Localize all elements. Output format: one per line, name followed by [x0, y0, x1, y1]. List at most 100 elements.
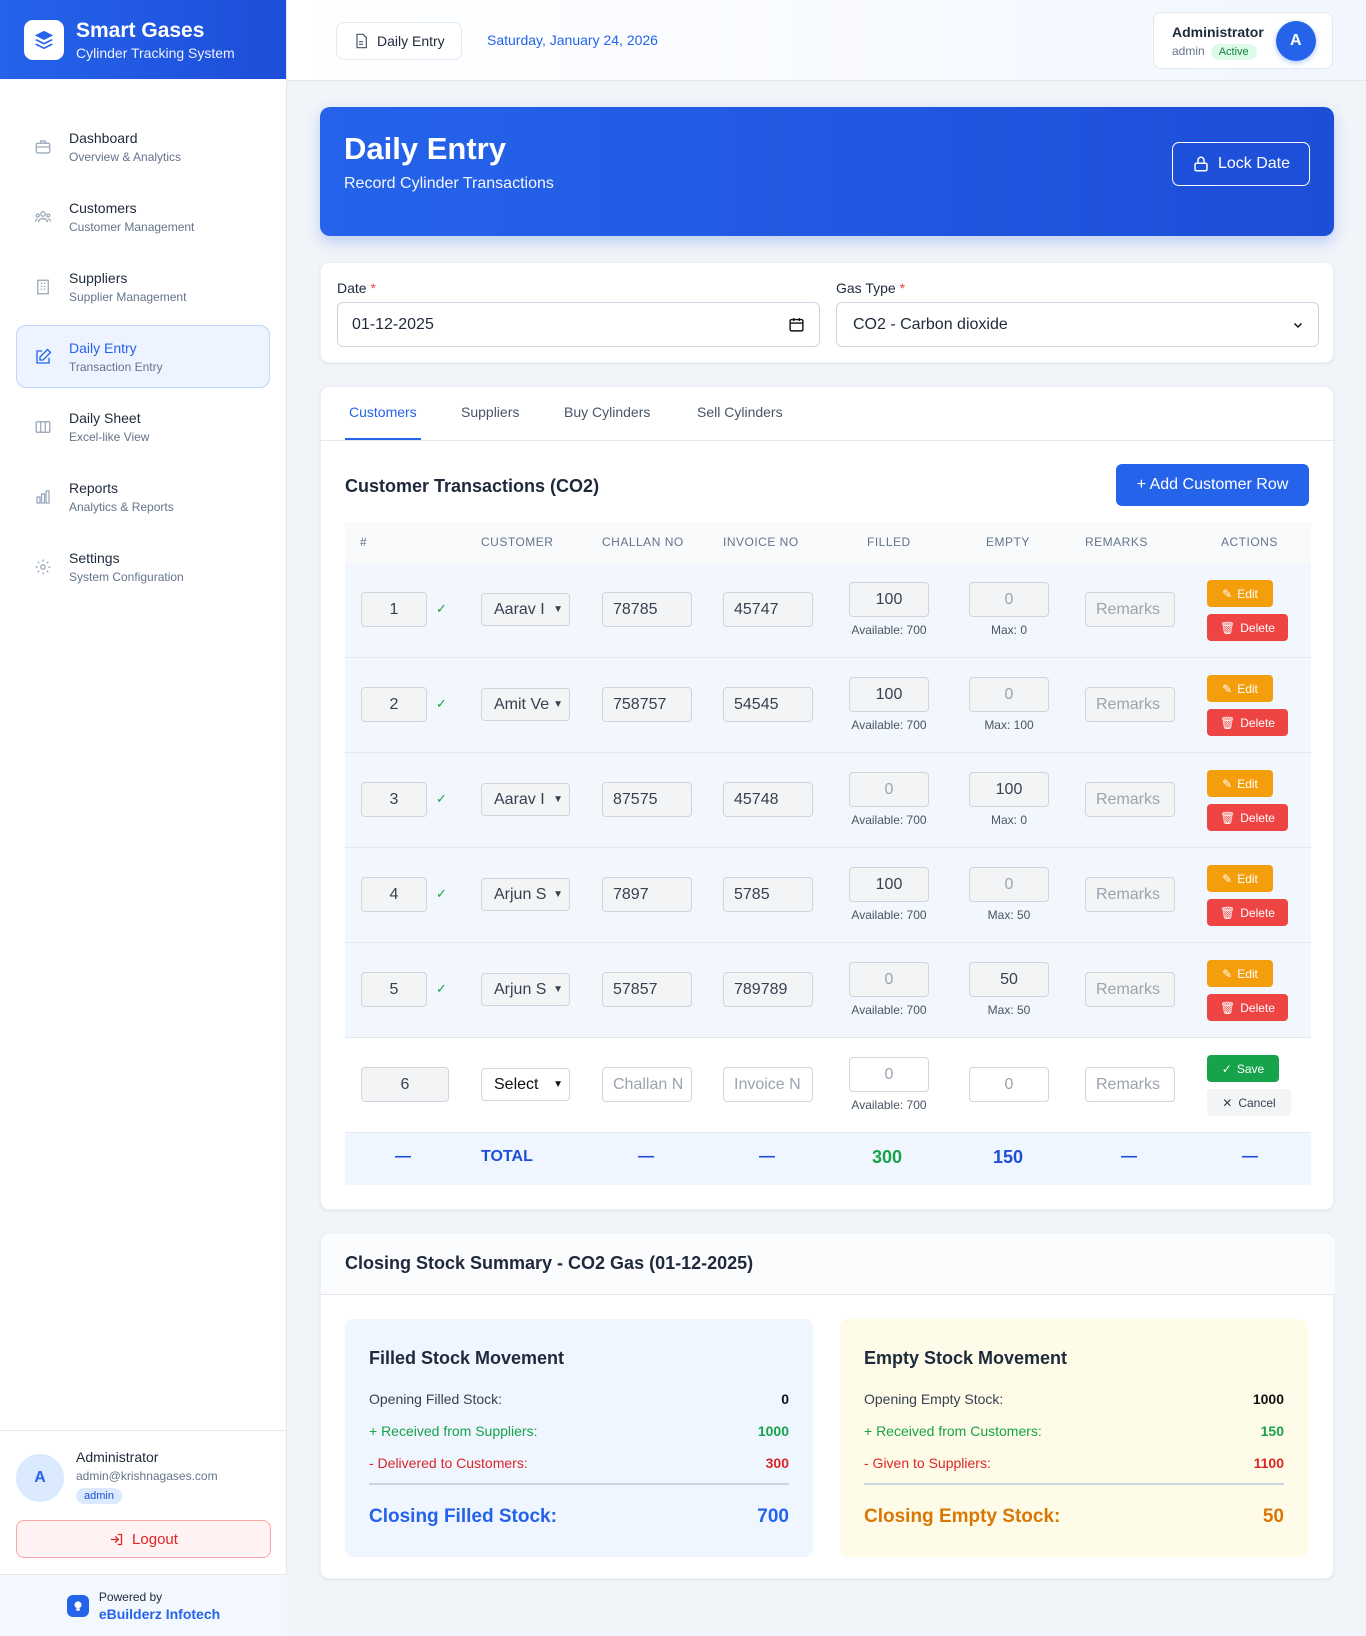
challan-input[interactable]: 57857	[602, 972, 692, 1007]
sidebar-item-suppliers[interactable]: Suppliers Supplier Management	[16, 255, 270, 318]
customer-select[interactable]: Select ▼	[481, 1068, 570, 1101]
sidebar-item-dashboard[interactable]: Dashboard Overview & Analytics	[16, 115, 270, 178]
filter-card: Date * 01-12-2025 Gas Type * CO2 - Carbo…	[320, 262, 1334, 363]
empty-input[interactable]: 0	[969, 867, 1049, 902]
edit-button[interactable]: ✎ Edit	[1207, 770, 1273, 797]
delete-button[interactable]: 🗑 Delete	[1207, 804, 1288, 831]
challan-input[interactable]: 758757	[602, 687, 692, 722]
cancel-button[interactable]: ✕ Cancel	[1207, 1089, 1291, 1116]
invoice-input[interactable]: 45747	[723, 592, 813, 627]
column-header: #	[360, 535, 368, 549]
filled-input[interactable]: 0	[849, 962, 929, 997]
invoice-input[interactable]: 45748	[723, 782, 813, 817]
table-row: 3 ✓ Aarav I ▼ 87575 45748 0 Available: 70…	[345, 753, 1311, 848]
empty-input[interactable]: 100	[969, 772, 1049, 807]
row-number-input[interactable]: 6	[361, 1067, 449, 1102]
lock-icon	[1192, 155, 1210, 173]
sidebar-item-daily-entry[interactable]: Daily Entry Transaction Entry	[16, 325, 270, 388]
edit-icon	[33, 347, 53, 367]
sidebar-item-daily-sheet[interactable]: Daily Sheet Excel-like View	[16, 395, 270, 458]
tab-suppliers[interactable]: Suppliers	[461, 404, 519, 420]
edit-button[interactable]: ✎ Edit	[1207, 865, 1273, 892]
invoice-input[interactable]: Invoice N	[723, 1067, 813, 1102]
max-note: Max: 50	[987, 908, 1031, 922]
save-button[interactable]: ✓ Save	[1207, 1055, 1279, 1082]
row-number-input[interactable]: 4	[361, 877, 427, 912]
table-row: 4 ✓ Arjun S ▼ 7897 5785 100 Available: 70…	[345, 848, 1311, 943]
challan-input[interactable]: 87575	[602, 782, 692, 817]
customer-select[interactable]: Aarav I ▼	[481, 783, 570, 816]
transactions-card: Customers Suppliers Buy Cylinders Sell C…	[320, 386, 1335, 1210]
logout-button[interactable]: Logout	[16, 1520, 271, 1558]
header-user-name: Administrator	[1172, 23, 1264, 40]
delivered-customers-line: - Delivered to Customers: 300	[369, 1455, 789, 1471]
row-number-input[interactable]: 5	[361, 972, 427, 1007]
row-number-input[interactable]: 2	[361, 687, 427, 722]
edit-button[interactable]: ✎ Edit	[1207, 675, 1273, 702]
customer-select[interactable]: Amit Ve ▼	[481, 688, 570, 721]
closing-empty-total: Closing Empty Stock: 50	[864, 1506, 1284, 1527]
filled-input[interactable]: 0	[849, 772, 929, 807]
remarks-input[interactable]: Remarks	[1085, 687, 1175, 722]
trash-icon: 🗑	[1220, 810, 1236, 825]
tab-sell-cylinders[interactable]: Sell Cylinders	[697, 404, 783, 420]
user-email: admin@krishnagases.com	[76, 1469, 218, 1483]
row-number-input[interactable]: 3	[361, 782, 427, 817]
gas-type-select[interactable]: CO2 - Carbon dioxide	[836, 302, 1319, 347]
customer-select[interactable]: Arjun S ▼	[481, 973, 570, 1006]
empty-input[interactable]: 0	[969, 1067, 1049, 1102]
remarks-input[interactable]: Remarks	[1085, 1067, 1175, 1102]
filled-input[interactable]: 100	[849, 867, 929, 902]
tab-customers[interactable]: Customers	[349, 404, 417, 420]
delete-button[interactable]: 🗑 Delete	[1207, 899, 1288, 926]
sidebar-item-settings[interactable]: Settings System Configuration	[16, 535, 270, 598]
challan-input[interactable]: 78785	[602, 592, 692, 627]
delete-button[interactable]: 🗑 Delete	[1207, 994, 1288, 1021]
date-input[interactable]: 01-12-2025	[337, 302, 820, 347]
brand-subtitle: Cylinder Tracking System	[76, 44, 235, 61]
table-row: 5 ✓ Arjun S ▼ 57857 789789 0 Available: 7…	[345, 943, 1311, 1038]
chevron-down-icon: ▼	[553, 699, 563, 710]
top-header: Daily Entry Saturday, January 24, 2026 A…	[287, 0, 1366, 81]
received-customers-line: + Received from Customers: 150	[864, 1423, 1284, 1439]
empty-input[interactable]: 0	[969, 582, 1049, 617]
filled-input[interactable]: 100	[849, 677, 929, 712]
customer-select[interactable]: Aarav I ▼	[481, 593, 570, 626]
remarks-input[interactable]: Remarks	[1085, 592, 1175, 627]
divider	[369, 1483, 789, 1485]
date-label: Date *	[337, 280, 376, 296]
tab-buy-cylinders[interactable]: Buy Cylinders	[564, 404, 650, 420]
lock-date-button[interactable]: Lock Date	[1172, 142, 1310, 186]
filled-input[interactable]: 0	[849, 1057, 929, 1092]
edit-button[interactable]: ✎ Edit	[1207, 580, 1273, 607]
edit-icon: ✎	[1222, 966, 1233, 981]
sidebar-item-reports[interactable]: Reports Analytics & Reports	[16, 465, 270, 528]
powered-company[interactable]: eBuilderz Infotech	[99, 1606, 220, 1622]
date-value: 01-12-2025	[352, 315, 434, 333]
remarks-input[interactable]: Remarks	[1085, 877, 1175, 912]
invoice-input[interactable]: 54545	[723, 687, 813, 722]
max-note: Max: 50	[987, 1003, 1031, 1017]
delete-button[interactable]: 🗑 Delete	[1207, 614, 1288, 641]
empty-input[interactable]: 50	[969, 962, 1049, 997]
edit-button[interactable]: ✎ Edit	[1207, 960, 1273, 987]
available-note: Available: 700	[851, 623, 927, 637]
customer-select[interactable]: Arjun S ▼	[481, 878, 570, 911]
header-user-card[interactable]: Administrator admin Active A	[1153, 12, 1333, 69]
remarks-input[interactable]: Remarks	[1085, 782, 1175, 817]
calendar-icon[interactable]	[788, 316, 805, 333]
add-customer-row-button[interactable]: + Add Customer Row	[1116, 464, 1309, 506]
sidebar-item-sub: Analytics & Reports	[69, 500, 174, 514]
filled-input[interactable]: 100	[849, 582, 929, 617]
invoice-input[interactable]: 5785	[723, 877, 813, 912]
challan-input[interactable]: 7897	[602, 877, 692, 912]
sidebar-item-customers[interactable]: Customers Customer Management	[16, 185, 270, 248]
row-number-input[interactable]: 1	[361, 592, 427, 627]
challan-input[interactable]: Challan N	[602, 1067, 692, 1102]
remarks-input[interactable]: Remarks	[1085, 972, 1175, 1007]
invoice-input[interactable]: 789789	[723, 972, 813, 1007]
delete-button[interactable]: 🗑 Delete	[1207, 709, 1288, 736]
breadcrumb[interactable]: Daily Entry	[336, 22, 462, 60]
empty-input[interactable]: 0	[969, 677, 1049, 712]
check-icon: ✓	[436, 791, 447, 806]
